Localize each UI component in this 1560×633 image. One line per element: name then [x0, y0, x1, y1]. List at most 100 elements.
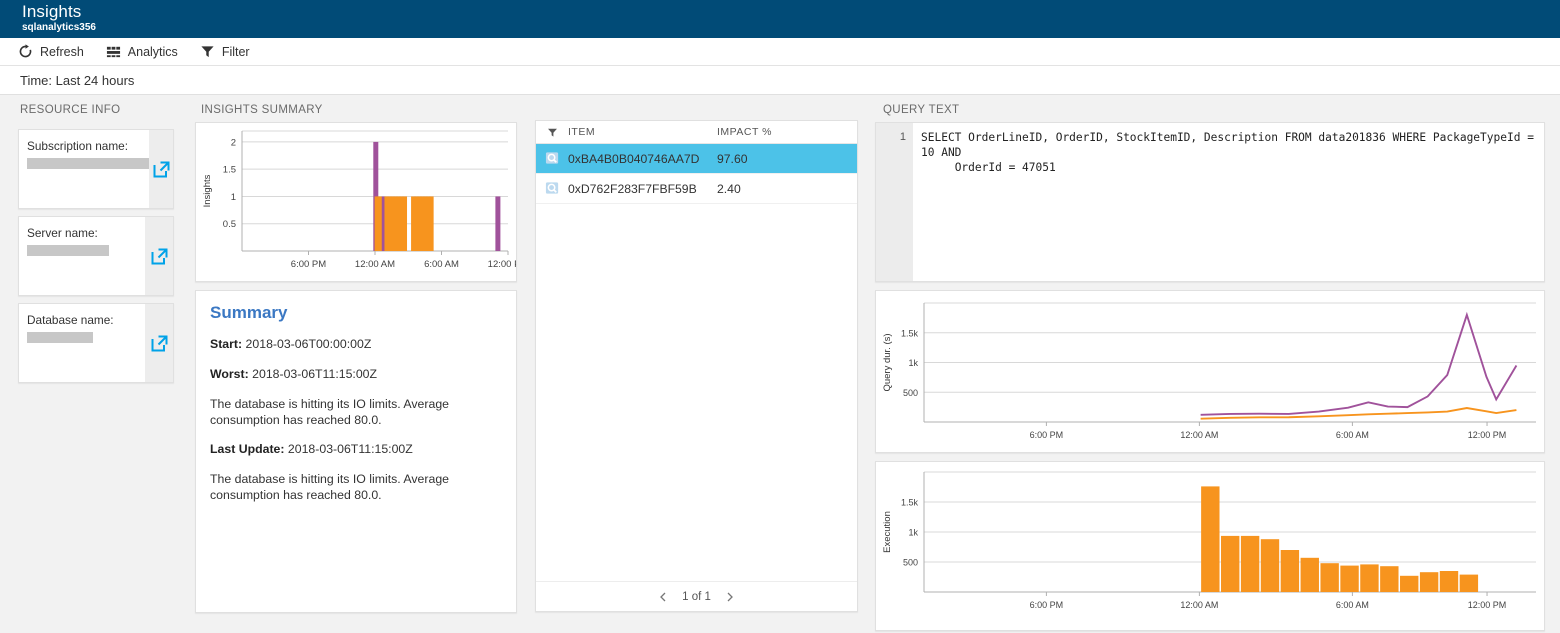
svg-text:1.5k: 1.5k [901, 498, 919, 508]
page-title: Insights [22, 2, 1560, 21]
summary-start-row: Start: 2018-03-06T00:00:00Z [210, 336, 502, 353]
table-row[interactable]: 0xBA4B0B040746AA7D 97.60 [536, 144, 857, 174]
pagination-label: 1 of 1 [682, 591, 711, 603]
external-link-icon [151, 248, 168, 265]
svg-text:6:00 PM: 6:00 PM [1030, 600, 1064, 610]
column-header-item[interactable]: ITEM [568, 126, 717, 138]
database-name-label: Database name: [27, 313, 145, 328]
table-row[interactable]: 0xD762F283F7FBF59B 2.40 [536, 174, 857, 204]
refresh-button[interactable]: Refresh [18, 44, 84, 59]
query-text-caption: QUERY TEXT [875, 96, 1545, 116]
svg-text:2: 2 [231, 137, 236, 148]
item-list-column: ITEM IMPACT % 0xBA4B0B040746AA7D 97.60 [535, 96, 858, 612]
svg-text:6:00 PM: 6:00 PM [1030, 430, 1064, 440]
svg-text:500: 500 [903, 558, 918, 568]
summary-start-value: 2018-03-06T00:00:00Z [246, 337, 372, 351]
svg-text:1.5: 1.5 [223, 165, 236, 176]
query-magnifier-icon [536, 181, 568, 196]
resource-card-server[interactable]: Server name: [18, 216, 174, 296]
execution-chart-panel: 5001k1.5k6:00 PM12:00 AM6:00 AM12:00 PME… [875, 461, 1545, 631]
svg-text:1: 1 [231, 192, 236, 203]
svg-text:500: 500 [903, 388, 918, 398]
database-open-button[interactable] [145, 304, 173, 382]
summary-worst-text: The database is hitting its IO limits. A… [210, 396, 502, 428]
external-link-icon [153, 161, 170, 178]
right-column: QUERY TEXT 1 SELECT OrderLineID, OrderID… [875, 96, 1545, 631]
chevron-right-icon[interactable] [725, 592, 735, 602]
summary-last-update-label: Last Update: [210, 442, 284, 456]
svg-text:6:00 AM: 6:00 AM [424, 259, 459, 270]
analytics-button[interactable]: Analytics [106, 44, 178, 59]
page-header: Insights sqlanalytics356 [0, 0, 1560, 38]
filter-icon [547, 127, 558, 138]
summary-last-update-value: 2018-03-06T11:15:00Z [288, 442, 413, 456]
subscription-name-redacted-value [27, 158, 149, 169]
insights-chart-panel: 0.5 1 1.5 2 6:00 PM 12:00 AM 6:00 AM 12:00 PM In… [195, 122, 517, 282]
insights-summary-column: INSIGHTS SUMMARY 0.5 1 1.5 2 6:00 PM 12:00 AM… [193, 96, 523, 613]
item-list-filter-button[interactable] [536, 127, 568, 138]
svg-text:6:00 PM: 6:00 PM [291, 259, 326, 270]
item-list-header: ITEM IMPACT % [536, 121, 857, 144]
summary-worst-label: Worst: [210, 367, 249, 381]
svg-text:6:00 AM: 6:00 AM [1336, 430, 1369, 440]
filter-button[interactable]: Filter [200, 44, 250, 59]
resource-card-subscription[interactable]: Subscription name: [18, 129, 174, 209]
summary-start-label: Start: [210, 337, 242, 351]
svg-text:Query dur. (s): Query dur. (s) [882, 333, 893, 391]
query-duration-chart-panel: 500 1k 1.5k 6:00 PM 12:00 AM 6:00 AM 12:00 PM Q… [875, 290, 1545, 453]
time-range-label: Time: Last 24 hours [20, 73, 134, 88]
svg-text:Execution: Execution [882, 511, 893, 553]
server-open-button[interactable] [145, 217, 173, 295]
summary-last-update-text: The database is hitting its IO limits. A… [210, 471, 502, 503]
query-text-code[interactable]: SELECT OrderLineID, OrderID, StockItemID… [913, 123, 1544, 281]
column-header-impact[interactable]: IMPACT % [717, 126, 857, 138]
resource-card-database[interactable]: Database name: [18, 303, 174, 383]
svg-text:12:00 PM: 12:00 PM [1468, 430, 1507, 440]
svg-text:0.5: 0.5 [223, 219, 236, 230]
summary-last-update-row: Last Update: 2018-03-06T11:15:00Z [210, 441, 502, 458]
database-name-redacted-value [27, 332, 93, 343]
svg-text:12:00 PM: 12:00 PM [488, 259, 516, 270]
svg-text:6:00 AM: 6:00 AM [1336, 600, 1369, 610]
analytics-icon [106, 44, 121, 59]
summary-worst-row: Worst: 2018-03-06T11:15:00Z [210, 366, 502, 383]
query-text-panel: 1 SELECT OrderLineID, OrderID, StockItem… [875, 122, 1545, 282]
svg-text:12:00 AM: 12:00 AM [355, 259, 395, 270]
item-hash: 0xD762F283F7FBF59B [568, 182, 717, 196]
svg-text:12:00 PM: 12:00 PM [1468, 600, 1507, 610]
time-range-bar[interactable]: Time: Last 24 hours [0, 66, 1560, 95]
svg-text:1k: 1k [908, 528, 918, 538]
svg-text:1.5k: 1.5k [901, 328, 919, 338]
insights-page: Insights sqlanalytics356 Refresh [0, 0, 1560, 633]
resource-info-caption: RESOURCE INFO [0, 96, 186, 116]
summary-worst-value: 2018-03-06T11:15:00Z [252, 367, 377, 381]
toolbar: Refresh Analytics [0, 38, 1560, 66]
summary-heading: Summary [210, 303, 502, 323]
subscription-open-button[interactable] [149, 130, 173, 208]
insights-summary-caption: INSIGHTS SUMMARY [193, 96, 523, 116]
subscription-name-label: Subscription name: [27, 139, 149, 154]
item-impact: 2.40 [717, 182, 857, 196]
server-name-label: Server name: [27, 226, 145, 241]
svg-text:Insights: Insights [202, 174, 213, 207]
query-duration-chart: 500 1k 1.5k 6:00 PM 12:00 AM 6:00 AM 12:00 PM Q… [876, 291, 1544, 452]
query-magnifier-icon [536, 151, 568, 166]
external-link-icon [151, 335, 168, 352]
analytics-label: Analytics [128, 45, 178, 59]
svg-text:12:00 AM: 12:00 AM [1180, 430, 1218, 440]
chevron-left-icon[interactable] [658, 592, 668, 602]
query-text-gutter: 1 [876, 123, 913, 281]
item-hash: 0xBA4B0B040746AA7D [568, 152, 717, 166]
summary-panel: Summary Start: 2018-03-06T00:00:00Z Wors… [195, 290, 517, 613]
execution-chart: 5001k1.5k6:00 PM12:00 AM6:00 AM12:00 PME… [876, 462, 1544, 630]
insights-chart: 0.5 1 1.5 2 6:00 PM 12:00 AM 6:00 AM 12:00 PM In… [196, 123, 516, 281]
refresh-label: Refresh [40, 45, 84, 59]
svg-text:1k: 1k [908, 358, 918, 368]
resource-info-column: RESOURCE INFO Subscription name: [0, 96, 186, 390]
filter-icon [200, 44, 215, 59]
filter-label: Filter [222, 45, 250, 59]
page-subtitle: sqlanalytics356 [22, 21, 1560, 34]
item-list-panel: ITEM IMPACT % 0xBA4B0B040746AA7D 97.60 [535, 120, 858, 612]
pagination: 1 of 1 [536, 581, 857, 611]
item-list-empty-area [536, 204, 857, 600]
